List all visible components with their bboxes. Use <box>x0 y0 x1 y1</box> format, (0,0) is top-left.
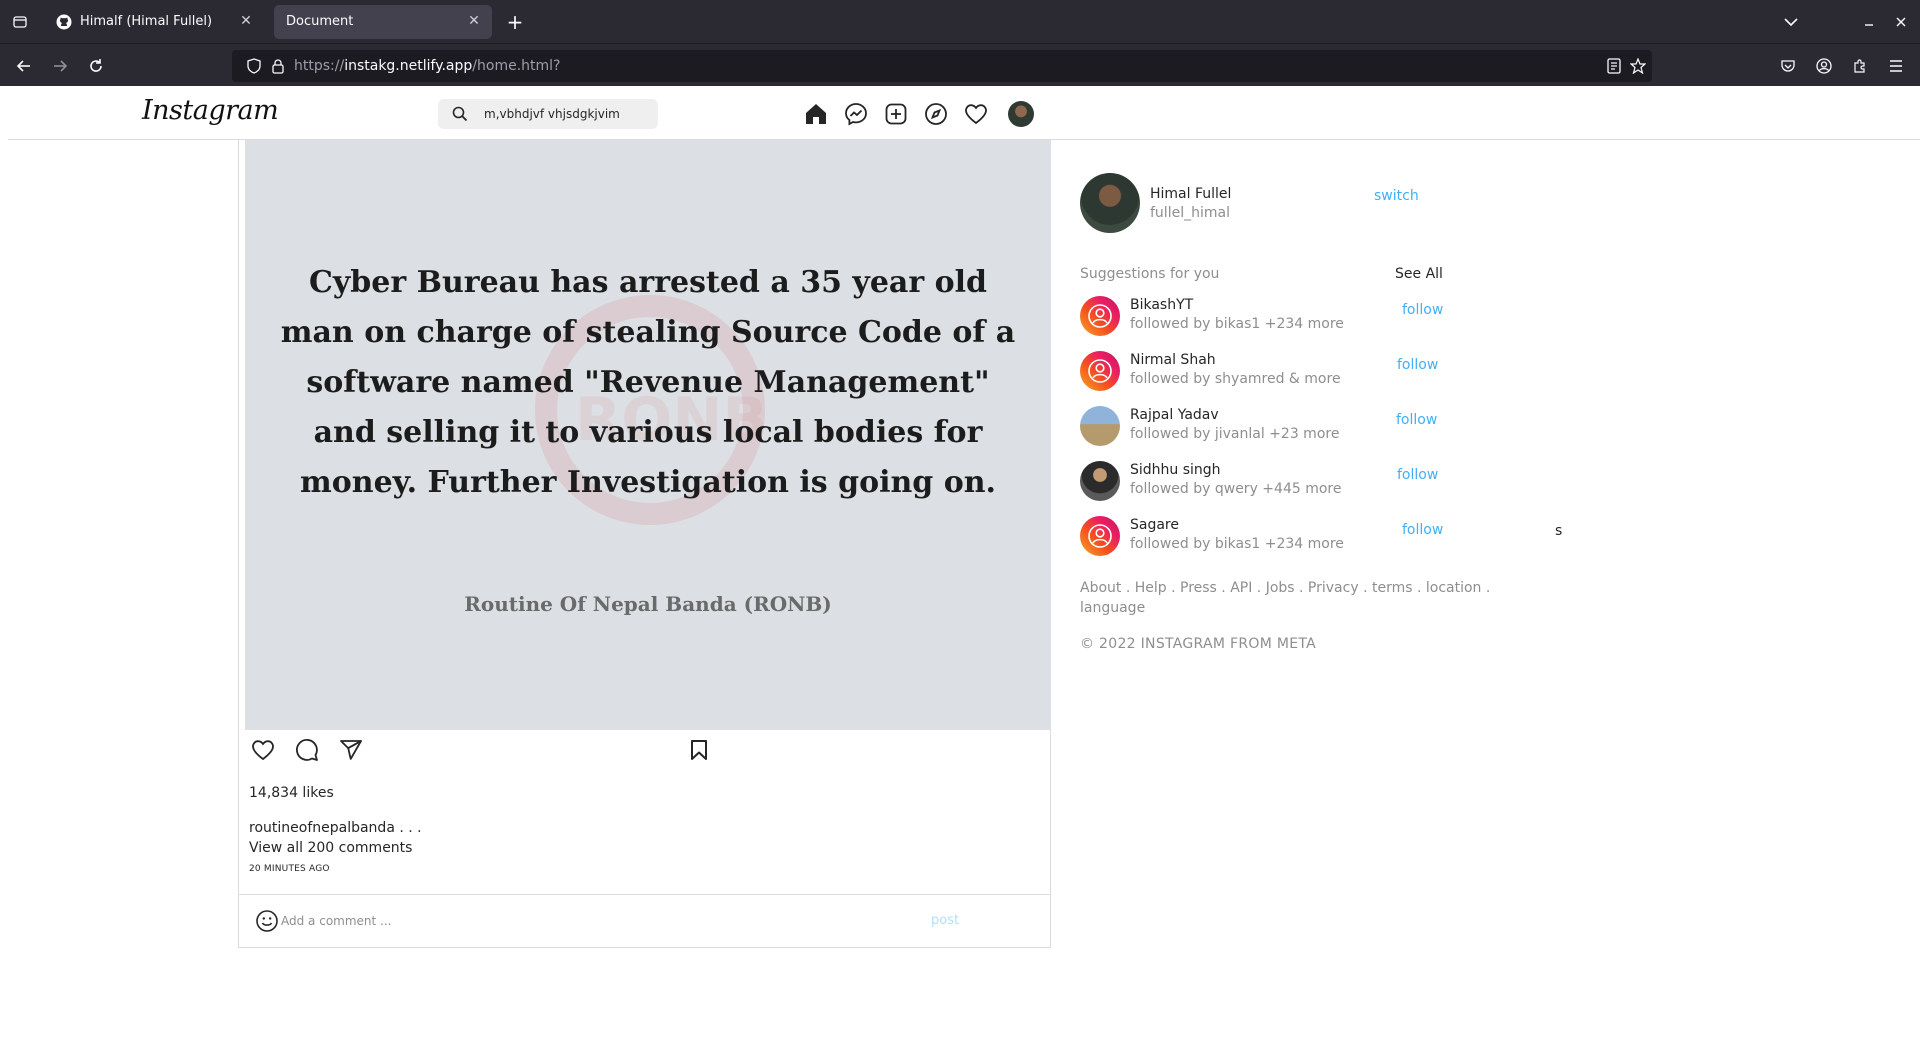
comment-bar: Add a comment ... post <box>239 894 1050 948</box>
switch-account-button[interactable]: switch <box>1374 188 1419 204</box>
comment-input[interactable]: Add a comment ... <box>281 914 391 928</box>
tab-document[interactable]: Document ✕ <box>274 5 492 39</box>
profile-username: fullel_himal <box>1150 205 1230 221</box>
comment-bubble-icon[interactable] <box>293 736 321 764</box>
home-icon[interactable] <box>803 101 829 127</box>
pocket-icon[interactable] <box>1776 54 1800 78</box>
post-username[interactable]: routineofnepalbanda . . . <box>249 820 422 836</box>
reload-icon[interactable] <box>84 54 108 78</box>
user-photo-avatar[interactable] <box>1080 406 1120 446</box>
default-user-avatar-icon[interactable] <box>1080 296 1120 336</box>
new-tab-icon[interactable]: + <box>504 10 526 34</box>
browser-tab-bar: Himalf (Himal Fullel) ✕ Document ✕ + <box>0 0 1920 43</box>
follow-button[interactable]: follow <box>1402 302 1443 318</box>
close-tab-icon[interactable]: ✕ <box>236 11 256 31</box>
stray-text: s <box>1555 523 1563 539</box>
browser-nav-bar: https://instakg.netlify.app/home.html? <box>0 43 1920 86</box>
lock-icon[interactable] <box>266 54 290 78</box>
new-post-plus-icon[interactable] <box>883 101 909 127</box>
messenger-icon[interactable] <box>843 101 869 127</box>
explore-compass-icon[interactable] <box>923 101 949 127</box>
search-icon <box>452 106 468 126</box>
follow-button[interactable]: follow <box>1397 467 1438 483</box>
suggestion-item: Sidhhu singh followed by qwery +445 more… <box>1080 459 1580 503</box>
follow-button[interactable]: follow <box>1396 412 1437 428</box>
profile-avatar[interactable] <box>1080 173 1140 233</box>
post-image-credit: Routine Of Nepal Banda (RONB) <box>464 592 832 616</box>
post-timestamp: 20 MINUTES AGO <box>249 864 330 874</box>
tab-list-icon[interactable] <box>10 12 30 32</box>
suggestion-subtitle: followed by bikas1 +234 more <box>1130 316 1344 332</box>
search-input[interactable]: m,vbhdjvf vhjsdgkjvim <box>438 99 658 129</box>
url-text: https://instakg.netlify.app/home.html? <box>294 58 560 74</box>
url-path: /home.html? <box>472 58 561 74</box>
extensions-icon[interactable] <box>1848 54 1872 78</box>
default-user-avatar-icon[interactable] <box>1080 351 1120 391</box>
tab-github-profile[interactable]: Himalf (Himal Fullel) ✕ <box>46 5 264 39</box>
user-photo-avatar[interactable] <box>1080 461 1120 501</box>
follow-button[interactable]: follow <box>1402 522 1443 538</box>
suggestion-name[interactable]: BikashYT <box>1130 297 1193 313</box>
follow-button[interactable]: follow <box>1397 357 1438 373</box>
url-scheme: https:// <box>294 58 345 74</box>
github-icon <box>56 14 72 30</box>
tab-title: Himalf (Himal Fullel) <box>80 14 213 29</box>
close-tab-icon[interactable]: ✕ <box>464 11 484 31</box>
back-arrow-icon[interactable] <box>12 54 36 78</box>
shield-icon[interactable] <box>242 54 266 78</box>
close-window-icon[interactable] <box>1892 12 1910 32</box>
forward-arrow-icon[interactable] <box>48 54 72 78</box>
suggestion-subtitle: followed by jivanlal +23 more <box>1130 426 1340 442</box>
suggestion-subtitle: followed by bikas1 +234 more <box>1130 536 1344 552</box>
activity-heart-icon[interactable] <box>963 101 989 127</box>
suggestion-name[interactable]: Rajpal Yadav <box>1130 407 1219 423</box>
suggestion-item: BikashYT followed by bikas1 +234 more fo… <box>1080 294 1580 338</box>
hamburger-menu-icon[interactable] <box>1884 54 1908 78</box>
instagram-header: Instagram m,vbhdjvf vhjsdgkjvim <box>8 86 1920 140</box>
tab-overflow-chevron-down-icon[interactable] <box>1780 12 1802 32</box>
suggestion-name[interactable]: Sagare <box>1130 517 1179 533</box>
footer-links[interactable]: About . Help . Press . API . Jobs . Priv… <box>1080 578 1500 618</box>
view-comments-link[interactable]: View all 200 comments <box>249 840 412 856</box>
url-bar[interactable]: https://instakg.netlify.app/home.html? <box>232 50 1652 82</box>
search-value: m,vbhdjvf vhjsdgkjvim <box>484 107 620 121</box>
emoji-smile-icon[interactable] <box>255 909 279 937</box>
post-image-headline: Cyber Bureau has arrested a 35 year old … <box>280 265 1016 500</box>
profile-avatar-small[interactable] <box>1008 101 1034 127</box>
copyright-text: © 2022 INSTAGRAM FROM META <box>1080 636 1317 652</box>
default-user-avatar-icon[interactable] <box>1080 516 1120 556</box>
share-send-icon[interactable] <box>337 736 365 764</box>
profile-name[interactable]: Himal Fullel <box>1150 186 1231 202</box>
post-comment-button[interactable]: post <box>931 913 959 928</box>
tab-title: Document <box>286 14 354 29</box>
suggestion-item: Sagare followed by bikas1 +234 more foll… <box>1080 514 1580 558</box>
suggestion-subtitle: followed by qwery +445 more <box>1130 481 1342 497</box>
post-image[interactable]: RONB Cyber Bureau has arrested a 35 year… <box>245 140 1051 730</box>
suggestion-subtitle: followed by shyamred & more <box>1130 371 1341 387</box>
instagram-logo[interactable]: Instagram <box>142 95 279 126</box>
minimize-icon[interactable] <box>1860 12 1878 32</box>
suggestions-title: Suggestions for you <box>1080 266 1220 282</box>
suggestion-item: Nirmal Shah followed by shyamred & more … <box>1080 349 1580 393</box>
reader-view-icon[interactable] <box>1602 54 1626 78</box>
suggestion-item: Rajpal Yadav followed by jivanlal +23 mo… <box>1080 404 1580 448</box>
url-host: instakg.netlify.app <box>344 58 473 74</box>
like-heart-icon[interactable] <box>249 736 277 764</box>
likes-count[interactable]: 14,834 likes <box>249 785 334 801</box>
account-icon[interactable] <box>1812 54 1836 78</box>
suggestion-name[interactable]: Nirmal Shah <box>1130 352 1216 368</box>
bookmark-star-icon[interactable] <box>1626 54 1650 78</box>
feed-post: RONB Cyber Bureau has arrested a 35 year… <box>238 140 1051 948</box>
save-bookmark-icon[interactable] <box>685 736 713 764</box>
see-all-link[interactable]: See All <box>1395 266 1443 282</box>
suggestion-name[interactable]: Sidhhu singh <box>1130 462 1221 478</box>
